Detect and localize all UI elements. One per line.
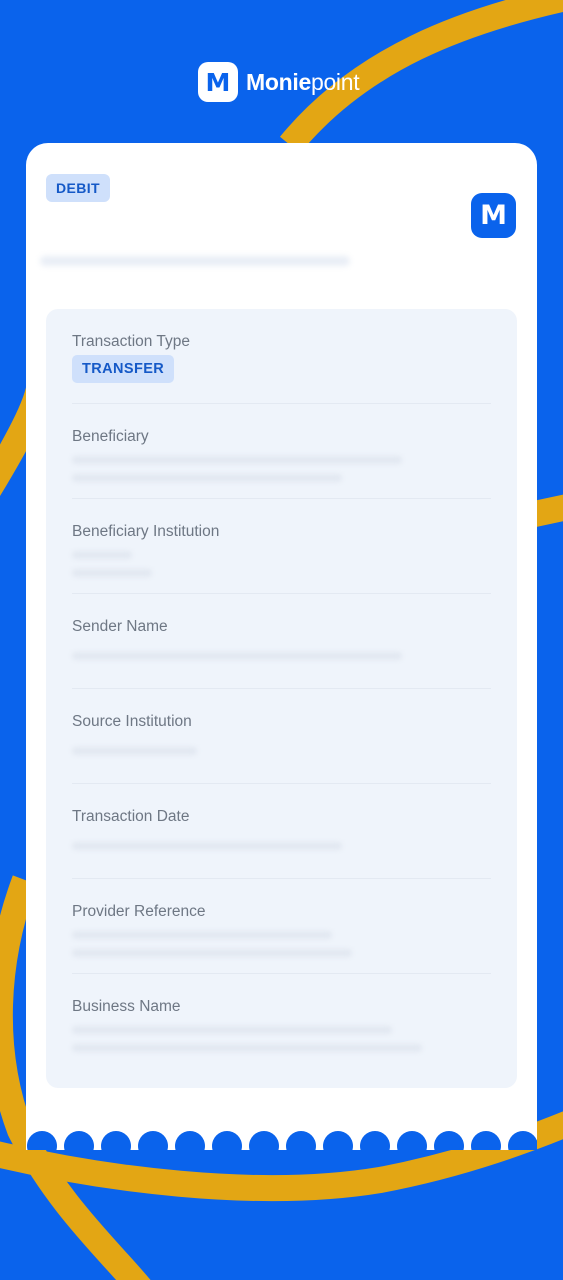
debit-badge: DEBIT xyxy=(46,174,110,202)
brand-name-light: point xyxy=(310,68,360,95)
blurred-value xyxy=(72,551,132,559)
field-sender-name: Sender Name xyxy=(72,594,491,689)
field-label: Source Institution xyxy=(72,713,192,730)
scallop xyxy=(101,1131,131,1150)
field-label: Transaction Date xyxy=(72,808,190,825)
scallop xyxy=(64,1131,94,1150)
field-transaction-date: Transaction Date xyxy=(72,784,491,879)
moniepoint-logo-icon: M xyxy=(471,193,516,238)
blurred-value xyxy=(72,747,197,755)
scallop xyxy=(323,1131,353,1150)
blurred-value xyxy=(72,652,402,660)
moniepoint-logo-icon: M xyxy=(198,62,238,102)
scallop xyxy=(360,1131,390,1150)
field-beneficiary: Beneficiary xyxy=(72,404,491,499)
blurred-value xyxy=(72,474,342,482)
blurred-value xyxy=(72,456,402,464)
scallop xyxy=(286,1131,316,1150)
receipt-torn-edge xyxy=(26,1131,537,1150)
blurred-value xyxy=(72,1026,392,1034)
field-source-institution: Source Institution xyxy=(72,689,491,784)
field-provider-reference: Provider Reference xyxy=(72,879,491,974)
transaction-details: Transaction Type TRANSFER Beneficiary Be… xyxy=(46,309,517,1088)
scallop xyxy=(175,1131,205,1150)
scallop xyxy=(212,1131,242,1150)
scallop xyxy=(397,1131,427,1150)
blurred-amount xyxy=(40,256,350,266)
field-business-name: Business Name xyxy=(72,974,491,1069)
scallop xyxy=(434,1131,464,1150)
transaction-type-badge: TRANSFER xyxy=(72,355,175,383)
blurred-value xyxy=(72,931,332,939)
brand-header: M Moniepoint xyxy=(198,62,360,102)
blurred-value xyxy=(72,569,152,577)
brand-name: Moniepoint xyxy=(246,68,360,96)
scallop xyxy=(249,1131,279,1150)
field-transaction-type: Transaction Type TRANSFER xyxy=(72,309,491,404)
field-label: Beneficiary xyxy=(72,428,149,445)
field-beneficiary-institution: Beneficiary Institution xyxy=(72,499,491,594)
brand-name-bold: Monie xyxy=(246,68,311,95)
field-label: Provider Reference xyxy=(72,903,206,920)
scallop xyxy=(138,1131,168,1150)
blurred-value xyxy=(72,949,352,957)
field-label: Sender Name xyxy=(72,618,168,635)
blurred-value xyxy=(72,1044,422,1052)
receipt-card: DEBIT M Transaction Type TRANSFER Benefi… xyxy=(26,143,537,1150)
field-label: Transaction Type xyxy=(72,333,191,350)
field-label: Business Name xyxy=(72,998,181,1015)
scallop xyxy=(508,1131,537,1150)
scallop xyxy=(471,1131,501,1150)
scallop xyxy=(27,1131,57,1150)
field-label: Beneficiary Institution xyxy=(72,523,220,540)
blurred-value xyxy=(72,842,342,850)
